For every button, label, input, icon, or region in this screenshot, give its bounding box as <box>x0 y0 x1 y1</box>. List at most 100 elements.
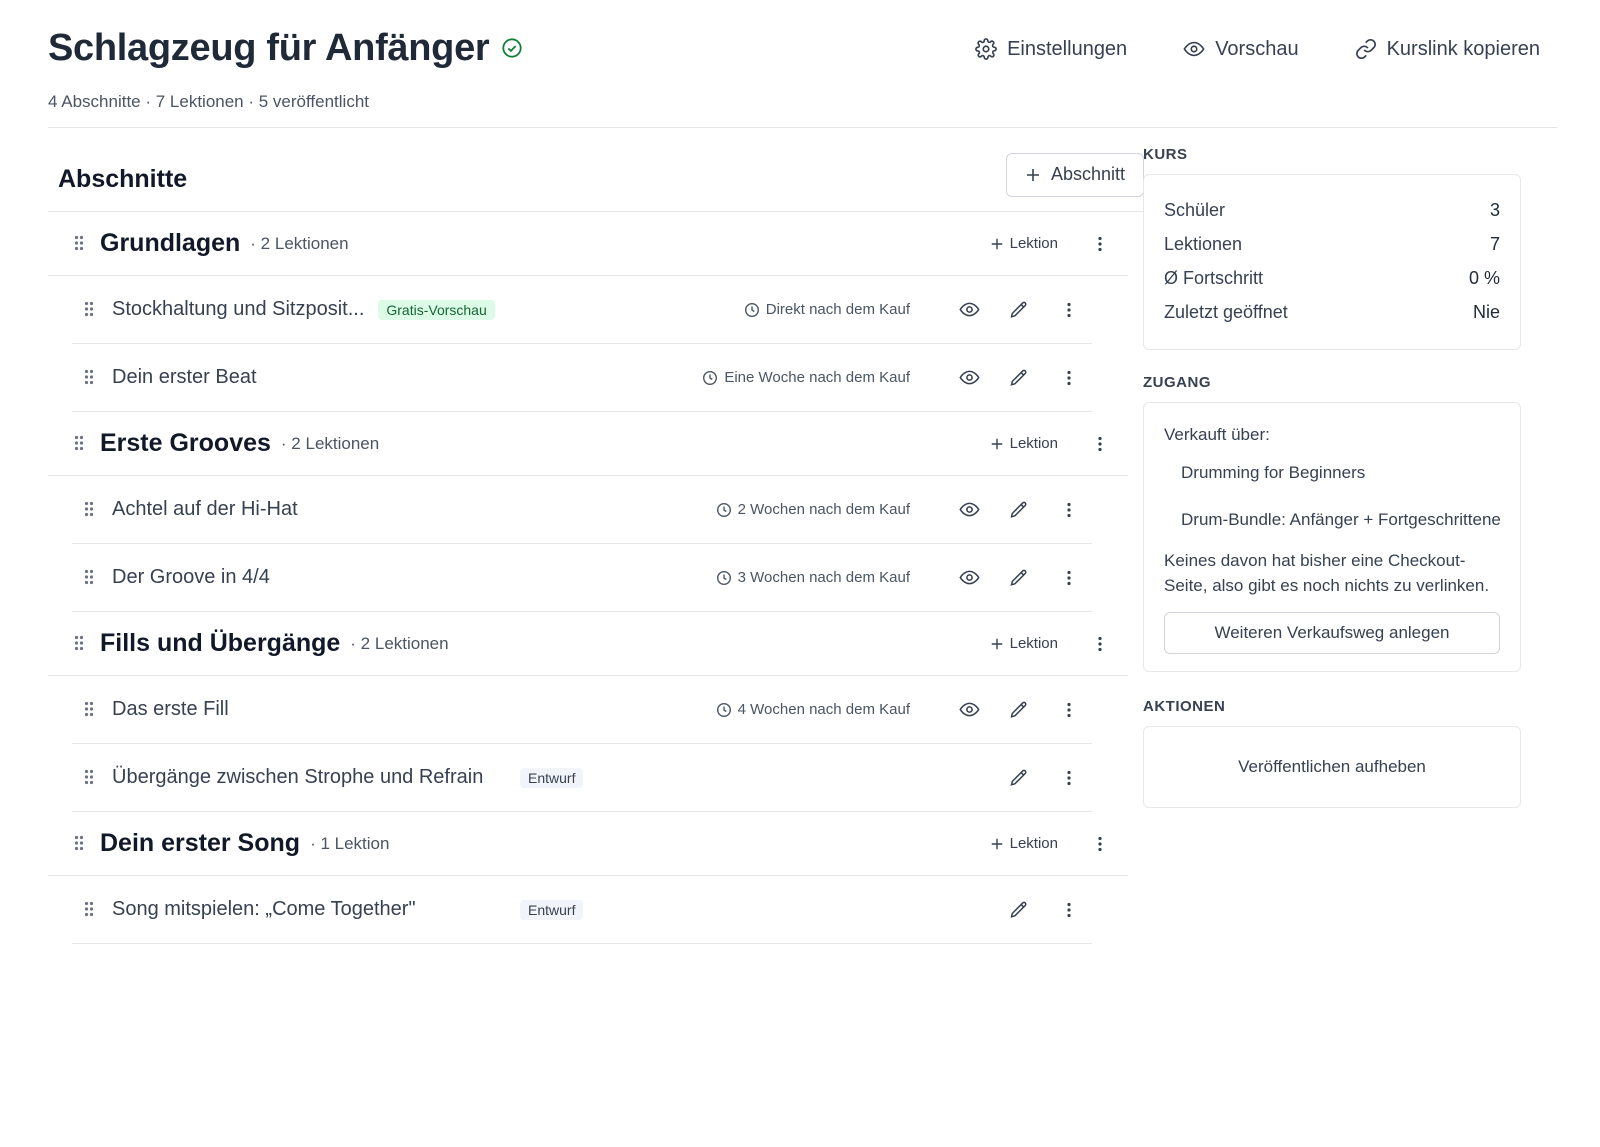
drag-handle-icon[interactable] <box>84 501 98 519</box>
add-lesson-button[interactable]: Lektion <box>990 435 1058 452</box>
copy-course-link-button[interactable]: Kurslink kopieren <box>1317 34 1558 64</box>
add-sales-channel-button[interactable]: Weiteren Verkaufsweg anlegen <box>1164 612 1500 654</box>
lesson-row[interactable]: Das erste Fill 4 Wochen nach dem Kauf <box>72 676 1092 744</box>
free-preview-badge: Gratis-Vorschau <box>378 299 495 320</box>
preview-label: Vorschau <box>1215 37 1299 60</box>
section-lesson-count: · 2 Lektionen <box>280 433 380 453</box>
access-card: Verkauft über: Drumming for Beginners Dr… <box>1143 402 1521 672</box>
stat-value: 0 % <box>1468 267 1500 288</box>
eye-icon <box>1183 38 1205 60</box>
pencil-icon[interactable] <box>1008 367 1030 389</box>
release-schedule: Eine Woche nach dem Kauf <box>702 369 910 386</box>
section-lesson-count: · 2 Lektionen <box>350 633 449 653</box>
actions-section-label: AKTIONEN <box>1143 698 1226 715</box>
check-circle-icon <box>501 37 523 59</box>
copy-course-link-label: Kurslink kopieren <box>1386 37 1540 60</box>
drag-handle-icon[interactable] <box>74 435 88 453</box>
eye-icon[interactable] <box>958 567 980 589</box>
stat-progress: Ø Fortschritt 0 % <box>1144 261 1520 295</box>
release-label: 4 Wochen nach dem Kauf <box>737 701 910 718</box>
drag-handle-icon[interactable] <box>74 235 88 253</box>
actions-card: Veröffentlichen aufheben <box>1143 726 1521 808</box>
plus-icon <box>990 637 1004 651</box>
lesson-row[interactable]: Übergänge zwischen Strophe und Refrain En… <box>72 744 1092 812</box>
eye-icon[interactable] <box>958 699 980 721</box>
more-options-icon[interactable] <box>1090 234 1110 254</box>
more-options-icon[interactable] <box>1090 434 1110 454</box>
drag-handle-icon[interactable] <box>84 901 98 919</box>
more-options-icon[interactable] <box>1058 499 1080 521</box>
release-schedule: Direkt nach dem Kauf <box>744 301 910 318</box>
release-schedule: 4 Wochen nach dem Kauf <box>716 701 910 718</box>
product-item: Drum-Bundle: Anfänger + Fortgeschrittene <box>1181 510 1501 529</box>
lesson-title: Achtel auf der Hi-Hat <box>112 498 298 520</box>
add-lesson-label: Lektion <box>1009 235 1058 252</box>
drag-handle-icon[interactable] <box>84 769 98 787</box>
pencil-icon[interactable] <box>1008 499 1030 521</box>
plus-icon <box>990 237 1004 251</box>
add-lesson-button[interactable]: Lektion <box>990 235 1058 252</box>
more-options-icon[interactable] <box>1058 699 1080 721</box>
stat-label: Lektionen <box>1164 233 1243 254</box>
pencil-icon[interactable] <box>1008 899 1030 921</box>
drag-handle-icon[interactable] <box>74 635 88 653</box>
pencil-icon[interactable] <box>1008 567 1030 589</box>
unpublish-button[interactable]: Veröffentlichen aufheben <box>1144 727 1520 807</box>
stat-value: 3 <box>1489 199 1500 220</box>
release-label: 3 Wochen nach dem Kauf <box>737 569 910 586</box>
pencil-icon[interactable] <box>1008 699 1030 721</box>
lesson-row[interactable]: Achtel auf der Hi-Hat 2 Wochen nach dem K… <box>72 476 1092 544</box>
lesson-title: Übergänge zwischen Strophe und Refrain <box>112 766 484 788</box>
lesson-title: Der Groove in 4/4 <box>112 566 270 588</box>
release-label: Eine Woche nach dem Kauf <box>724 369 910 386</box>
stat-students: Schüler 3 <box>1144 193 1520 227</box>
more-options-icon[interactable] <box>1090 634 1110 654</box>
drag-handle-icon[interactable] <box>84 301 98 319</box>
eye-icon[interactable] <box>958 499 980 521</box>
drag-handle-icon[interactable] <box>74 835 88 853</box>
section-row: Erste Grooves · 2 Lektionen Lektion <box>48 412 1128 476</box>
section-name: Dein erster Song <box>100 829 301 857</box>
more-options-icon[interactable] <box>1058 567 1080 589</box>
pencil-icon[interactable] <box>1008 299 1030 321</box>
plus-icon <box>990 837 1004 851</box>
stat-last-opened: Zuletzt geöffnet Nie <box>1144 295 1520 329</box>
stat-lessons: Lektionen 7 <box>1144 227 1520 261</box>
add-section-label: Abschnitt <box>1050 164 1125 184</box>
section-row: Dein erster Song · 1 Lektion Lektion <box>48 812 1128 876</box>
stat-value: 7 <box>1489 233 1500 254</box>
lesson-title: Stockhaltung und Sitzposit... <box>112 298 365 320</box>
lesson-row[interactable]: Der Groove in 4/4 3 Wochen nach dem Kauf <box>72 544 1092 612</box>
drag-handle-icon[interactable] <box>84 569 98 587</box>
clock-icon <box>702 370 718 386</box>
course-section-label: KURS <box>1143 146 1188 163</box>
add-lesson-label: Lektion <box>1009 635 1058 652</box>
more-options-icon[interactable] <box>1090 834 1110 854</box>
drag-handle-icon[interactable] <box>84 369 98 387</box>
more-options-icon[interactable] <box>1058 899 1080 921</box>
draft-badge: Entwurf <box>520 899 584 920</box>
preview-button[interactable]: Vorschau <box>1145 34 1316 64</box>
stat-value: Nie <box>1472 301 1500 322</box>
pencil-icon[interactable] <box>1008 767 1030 789</box>
more-options-icon[interactable] <box>1058 299 1080 321</box>
more-options-icon[interactable] <box>1058 367 1080 389</box>
add-section-button[interactable]: Abschnitt <box>1005 152 1144 197</box>
eye-icon[interactable] <box>958 299 980 321</box>
section-lesson-count: · 1 Lektion <box>310 833 390 853</box>
release-label: Direkt nach dem Kauf <box>765 301 910 318</box>
section-lesson-count: · 2 Lektionen <box>250 233 349 253</box>
add-lesson-button[interactable]: Lektion <box>990 635 1058 652</box>
section-row: Fills und Übergänge · 2 Lektionen Lektion <box>48 612 1128 676</box>
stat-label: Ø Fortschritt <box>1164 267 1264 288</box>
lesson-row[interactable]: Stockhaltung und Sitzposit... Gratis-Vors… <box>72 276 1092 344</box>
lesson-row[interactable]: Song mitspielen: „Come Together" Entwurf <box>72 876 1092 944</box>
lesson-row[interactable]: Dein erster Beat Eine Woche nach dem Kauf <box>72 344 1092 412</box>
add-lesson-button[interactable]: Lektion <box>990 835 1058 852</box>
section-name: Erste Grooves <box>100 429 271 457</box>
drag-handle-icon[interactable] <box>84 701 98 719</box>
eye-icon[interactable] <box>958 367 980 389</box>
settings-button[interactable]: Einstellungen <box>937 34 1145 64</box>
course-stats-card: Schüler 3 Lektionen 7 Ø Fortschritt 0 % … <box>1143 174 1521 350</box>
more-options-icon[interactable] <box>1058 767 1080 789</box>
